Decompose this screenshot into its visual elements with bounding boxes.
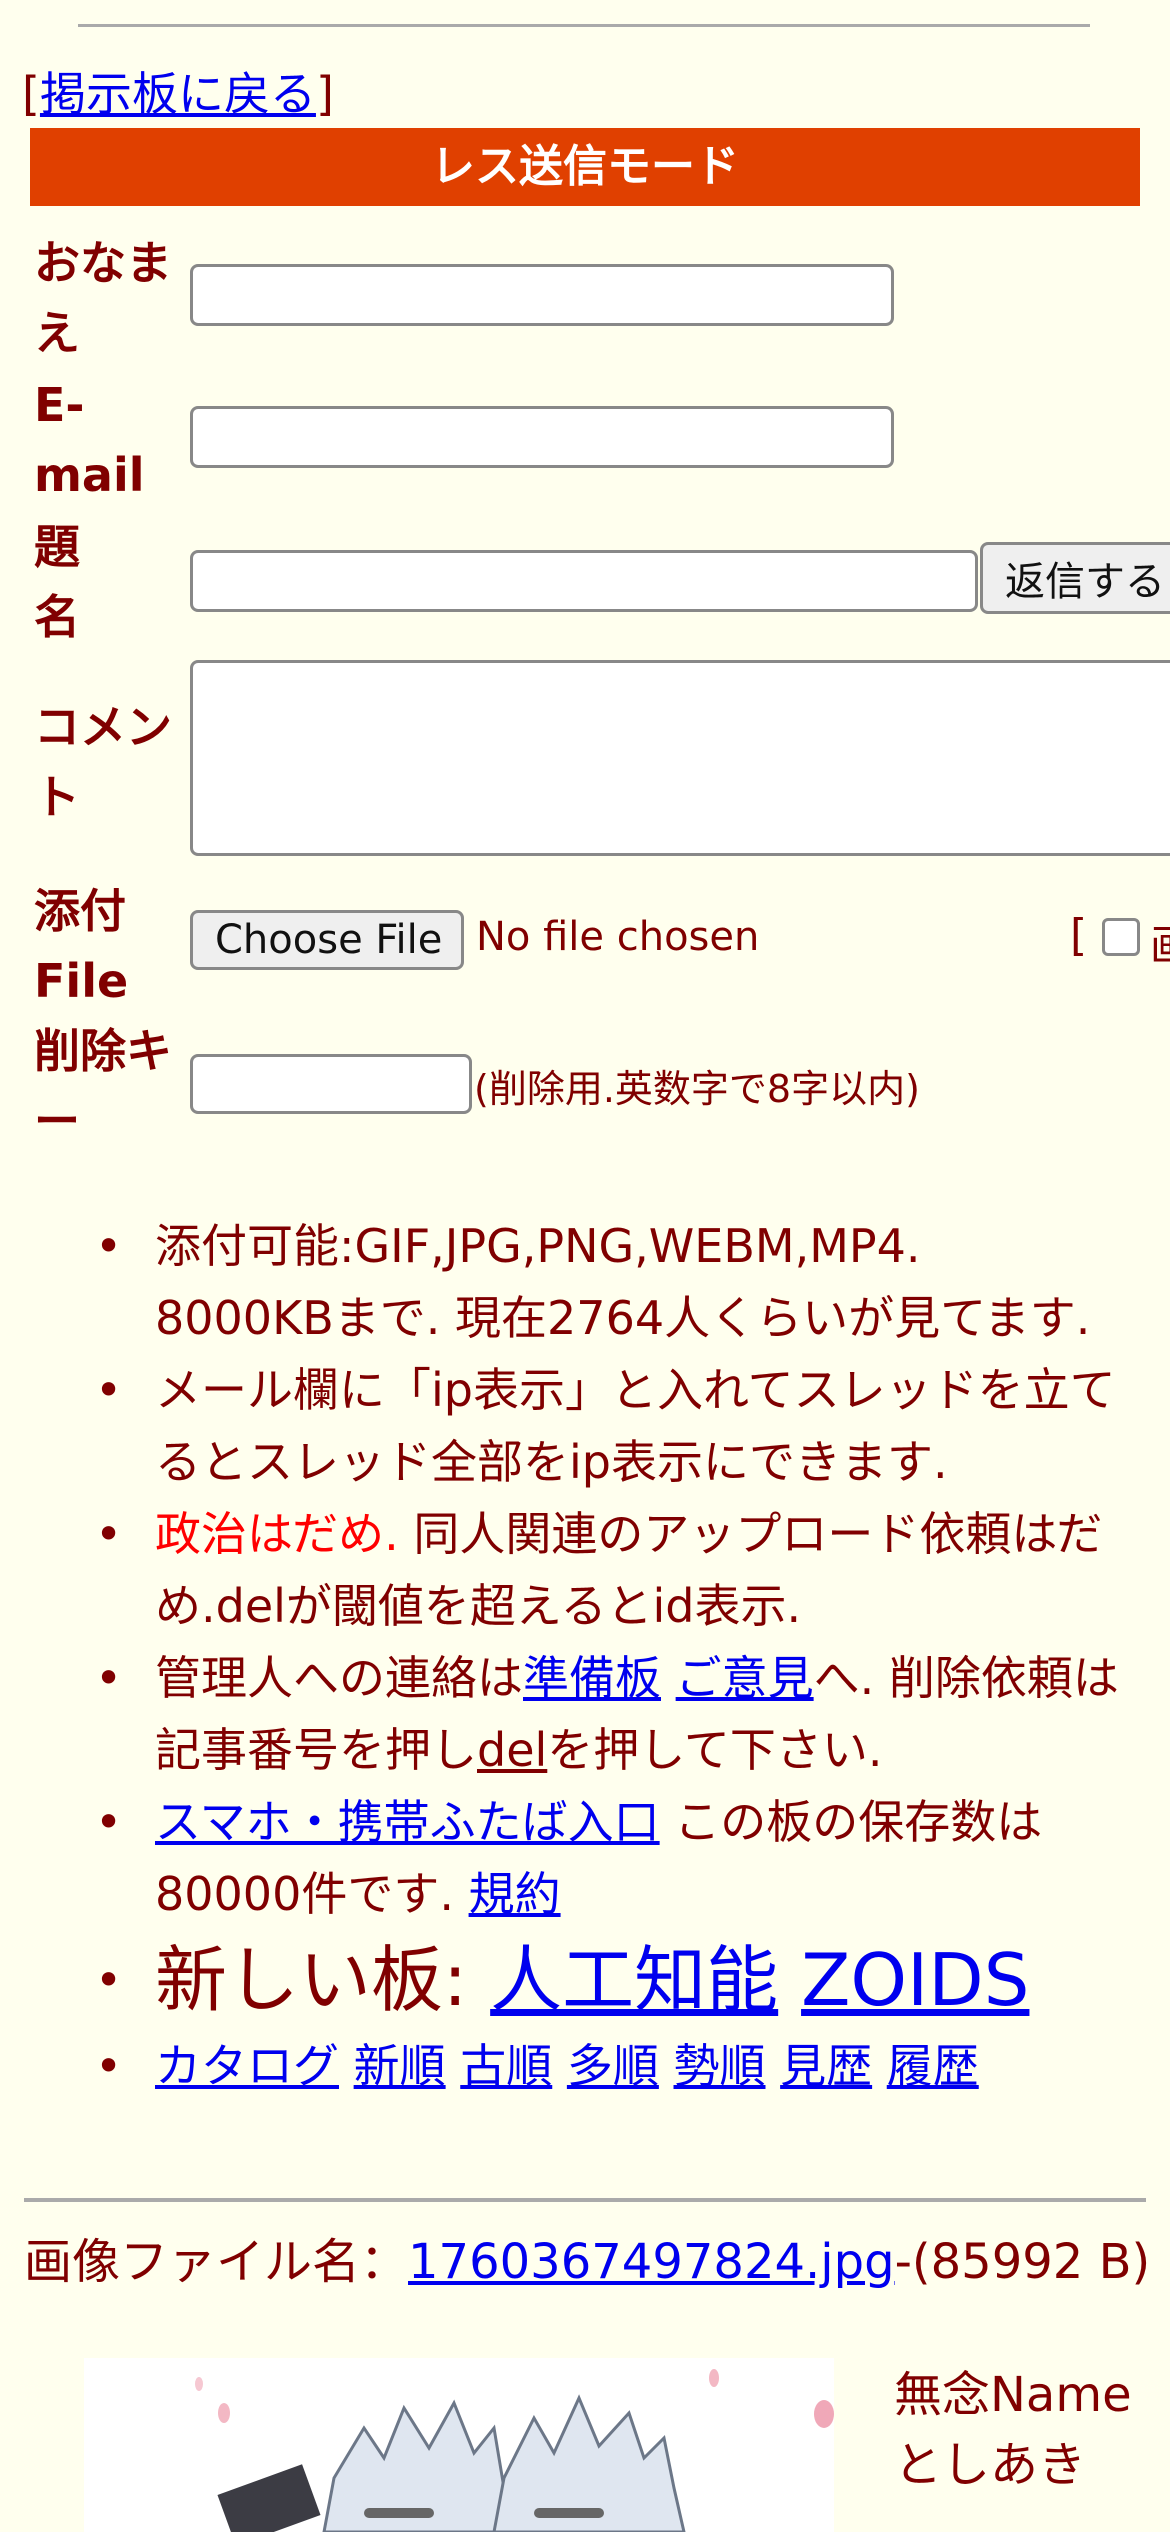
no-file-chosen-text: No file chosen bbox=[476, 914, 760, 960]
comment-textarea[interactable] bbox=[190, 660, 1170, 856]
thumbnail-illustration bbox=[84, 2358, 834, 2532]
image-file-link[interactable]: 1760367497824.jpg bbox=[408, 2234, 895, 2290]
top-divider bbox=[78, 24, 1090, 27]
sort-momentum-link[interactable]: 勢順 bbox=[674, 2039, 766, 2093]
list-item: 政治はだめ. 同人関連のアップロード依頼はだめ.delが閾値を超えるとid表示. bbox=[95, 1498, 1160, 1642]
politics-warning: 政治はだめ. bbox=[155, 1507, 399, 1561]
list-item-new-boards: 新しい板: 人工知能 ZOIDS bbox=[95, 1930, 1160, 2030]
file-size: -(85992 B) bbox=[894, 2234, 1151, 2290]
list-item-sort-links: カタログ 新順 古順 多順 勢順 見歴 履歴 bbox=[95, 2030, 1160, 2102]
post-file-info: 画像ファイル名：1760367497824.jpg-(85992 B) bbox=[24, 2232, 1154, 2292]
sort-new-link[interactable]: 新順 bbox=[354, 2039, 446, 2093]
email-label: E-mail bbox=[34, 378, 145, 502]
mobile-entrance-link[interactable]: スマホ・携帯ふたば入口 bbox=[155, 1795, 660, 1849]
sort-most-link[interactable]: 多順 bbox=[567, 2039, 659, 2093]
sort-old-link[interactable]: 古順 bbox=[460, 2039, 552, 2093]
view-history-link[interactable]: 見歴 bbox=[780, 2039, 872, 2093]
back-to-board-link[interactable]: 掲示板に戻る bbox=[40, 67, 316, 121]
back-nav: [掲示板に戻る] bbox=[22, 58, 334, 124]
choose-file-button[interactable]: Choose File bbox=[190, 910, 464, 970]
new-board-zoids-link[interactable]: ZOIDS bbox=[801, 1938, 1029, 2022]
delete-key-label: 削除キー bbox=[34, 1024, 172, 1148]
poster-info: 無念Name としあき bbox=[894, 2360, 1132, 2500]
bracket-open: [ bbox=[22, 67, 40, 121]
thread-divider bbox=[24, 2198, 1146, 2202]
prep-board-link[interactable]: 準備板 bbox=[523, 1651, 661, 1705]
list-item: メール欄に「ip表示」と入れてスレッドを立てるとスレッド全部をip表示にできます… bbox=[95, 1354, 1160, 1498]
poster-name-label: 無念Name bbox=[894, 2367, 1132, 2423]
email-input[interactable] bbox=[190, 406, 894, 468]
board-notes-list: 添付可能:GIF,JPG,PNG,WEBM,MP4.8000KBまで. 現在27… bbox=[40, 1210, 1160, 2102]
catalog-link[interactable]: カタログ bbox=[155, 2039, 339, 2093]
name-input[interactable] bbox=[190, 264, 894, 326]
poster-name: としあき bbox=[894, 2437, 1087, 2493]
del-text: del bbox=[477, 1723, 548, 1777]
file-label: 添付File bbox=[34, 884, 129, 1008]
comment-label: コメント bbox=[34, 700, 172, 824]
subject-label: 題名 bbox=[34, 520, 80, 644]
file-prefix: 画像ファイル名： bbox=[24, 2234, 409, 2290]
image-option-bracket: [ bbox=[1070, 910, 1088, 961]
submit-reply-button[interactable]: 返信する bbox=[980, 542, 1170, 614]
terms-link[interactable]: 規約 bbox=[469, 1867, 561, 1921]
feedback-link[interactable]: ご意見 bbox=[676, 1651, 814, 1705]
delete-key-hint: (削除用.英数字で8字以内) bbox=[474, 1067, 920, 1111]
list-item: 管理人への連絡は準備板 ご意見へ. 削除依頼は記事番号を押しdelを押して下さい… bbox=[95, 1642, 1160, 1786]
subject-input[interactable] bbox=[190, 550, 978, 612]
reply-mode-banner: レス送信モード bbox=[30, 128, 1140, 206]
list-item: スマホ・携帯ふたば入口 この板の保存数は80000件です. 規約 bbox=[95, 1786, 1160, 1930]
post-history-link[interactable]: 履歴 bbox=[887, 2039, 979, 2093]
post-thumbnail-image[interactable] bbox=[84, 2358, 834, 2532]
bracket-close: ] bbox=[315, 67, 334, 121]
new-board-ai-link[interactable]: 人工知能 bbox=[490, 1938, 778, 2022]
image-option-label: 画 bbox=[1150, 912, 1170, 973]
name-label: おなまえ bbox=[34, 236, 172, 360]
list-item: 添付可能:GIF,JPG,PNG,WEBM,MP4.8000KBまで. 現在27… bbox=[95, 1210, 1160, 1354]
image-option-checkbox[interactable] bbox=[1102, 918, 1140, 956]
delete-key-input[interactable] bbox=[190, 1054, 472, 1114]
